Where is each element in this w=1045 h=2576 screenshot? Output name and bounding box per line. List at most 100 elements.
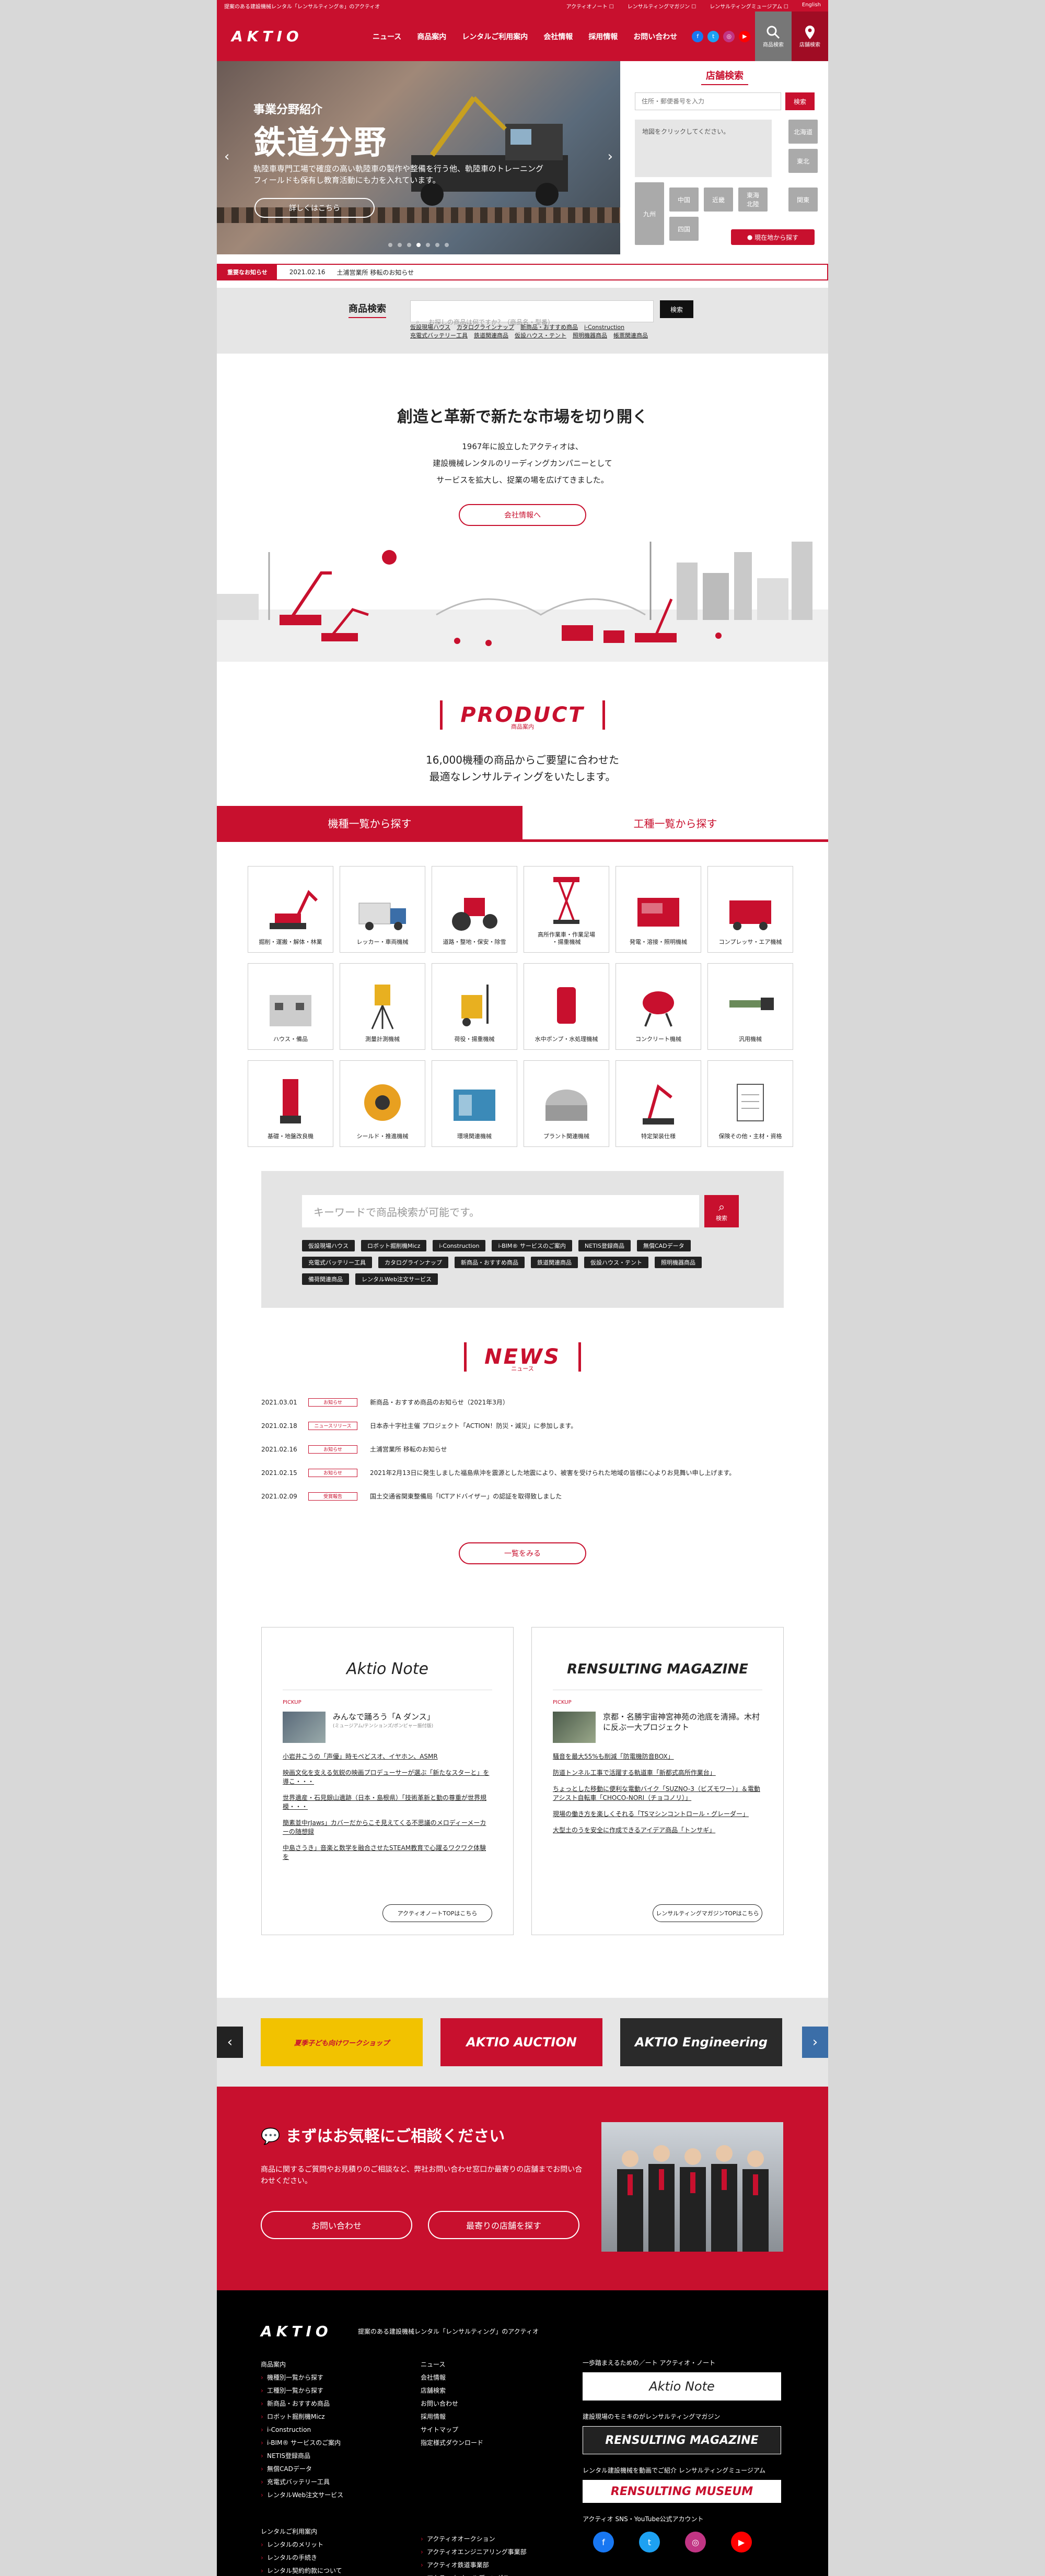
product-category-card[interactable]: 環境関連機械 — [432, 1060, 517, 1147]
product-category-card[interactable]: 荷役・揚重機械 — [432, 963, 517, 1050]
keyword-tag[interactable]: 仮設現場ハウス — [302, 1240, 355, 1251]
company-info-button[interactable]: 会社情報へ — [459, 504, 586, 526]
product-category-card[interactable]: 保険その他・主材・資格 — [707, 1060, 793, 1147]
product-category-card[interactable]: 基礎・地盤改良機 — [248, 1060, 333, 1147]
keyword-tag[interactable]: 無償CADデータ — [637, 1240, 691, 1251]
facebook-icon[interactable]: f — [692, 30, 704, 42]
footer-link[interactable]: レンタルの手続き — [261, 2551, 342, 2565]
keyword-tag[interactable]: レンタルWeb注文サービス — [355, 1273, 438, 1285]
banner-workshop[interactable]: 夏季子ども向けワークショップ — [261, 2018, 423, 2066]
magazine-pickup[interactable]: 京都・名勝宇宙神宮神苑の池底を清掃。木村に反ぶ一大プロジェクト — [553, 1712, 762, 1743]
keyword-input[interactable]: キーワードで商品検索が可能です。 — [302, 1195, 699, 1227]
footer-link[interactable]: 店舗検索 — [421, 2384, 483, 2397]
instagram-icon[interactable]: ◎ — [723, 30, 735, 42]
store-search-submit[interactable]: 検索 — [785, 92, 815, 110]
magazine-article-link[interactable]: 防道トンネル工事で活躍する軌道車「新都式高所作業台」 — [553, 1769, 762, 1777]
search-tag[interactable]: 鉄道関連商品 — [474, 332, 508, 339]
footer-link[interactable]: ニュース — [421, 2358, 483, 2371]
keyword-tag[interactable]: ロボット掘削機Micz — [361, 1240, 427, 1251]
search-tag[interactable]: カタログラインナップ — [457, 324, 514, 331]
store-search-button[interactable]: 店舗検索 — [792, 11, 828, 61]
footer-link[interactable]: レンタルのメリット — [261, 2538, 342, 2551]
slider-dot[interactable] — [435, 243, 439, 247]
magazine-article-link[interactable]: 現場の働き方を楽しくそれる「TSマシンコントロール・グレーダー」 — [553, 1810, 762, 1819]
footer-link[interactable]: i-Construction — [261, 2423, 343, 2437]
region-chugoku[interactable]: 中国 — [669, 188, 699, 212]
product-category-card[interactable]: 掘削・運搬・解体・林業 — [248, 866, 333, 953]
region-kyushu[interactable]: 九州 — [635, 182, 664, 245]
region-shikoku[interactable]: 四国 — [669, 217, 699, 241]
region-tohoku[interactable]: 東北 — [788, 149, 818, 173]
footer-group-link[interactable]: アクティオオークション — [421, 2533, 527, 2546]
footer-link[interactable]: 機種別一覧から探す — [261, 2371, 343, 2384]
product-category-card[interactable]: 測量計測機械 — [340, 963, 425, 1050]
magazine-top-button[interactable]: レンサルティングマガジンTOPはこちら — [653, 1904, 762, 1922]
keyword-tag[interactable]: NETIS登録商品 — [578, 1240, 631, 1251]
link-rensulting-magazine[interactable]: レンサルティングマガジン ☐ — [628, 2, 696, 10]
link-rensulting-museum[interactable]: レンサルティングミュージアム ☐ — [710, 2, 788, 10]
slider-dot[interactable] — [445, 243, 449, 247]
twitter-icon[interactable]: t — [707, 30, 719, 42]
footer-museum-banner[interactable]: RENSULTING MUSEUM — [583, 2480, 781, 2503]
footer-link[interactable]: 会社情報 — [421, 2371, 483, 2384]
nav-rental-guide[interactable]: レンタルご利用案内 — [462, 31, 528, 42]
link-aktio-note[interactable]: アクティオノート ☐ — [566, 2, 614, 10]
keyword-tag[interactable]: i-Construction — [433, 1240, 486, 1251]
keyword-tag[interactable]: 仮設ハウス・テント — [584, 1257, 648, 1268]
aktio-logo[interactable]: AKTIO — [231, 28, 373, 45]
product-category-card[interactable]: 特定架装仕様 — [616, 1060, 701, 1147]
link-english[interactable]: English — [802, 2, 821, 10]
footer-logo[interactable]: AKTIO — [261, 2323, 828, 2340]
search-tag[interactable]: 照明機器商品 — [573, 332, 607, 339]
product-search-input[interactable]: ⌕ お探しの商品は何ですか？（商品名・型番） — [410, 300, 654, 326]
store-address-input[interactable] — [635, 92, 781, 110]
footer-col-heading[interactable]: レンタルご利用案内 — [261, 2525, 342, 2538]
nav-news[interactable]: ニュース — [373, 31, 401, 42]
note-article-link[interactable]: 中島さうき」音楽と数学を融合させたSTEAM教育で心躍るワクワク体験を — [283, 1844, 492, 1861]
nav-company[interactable]: 会社情報 — [543, 31, 573, 42]
product-category-card[interactable]: 水中ポンプ・水処理機械 — [524, 963, 609, 1050]
note-article-link[interactable]: 世界遺産・石見銀山遺跡（日本・島根県）「技術革新と勤の尊重が世界規模・・・ — [283, 1794, 492, 1811]
notice-link[interactable]: 土浦営業所 移転のお知らせ — [337, 268, 414, 277]
youtube-icon[interactable]: ▶ — [739, 30, 751, 42]
search-tag[interactable]: 新商品・おすすめ商品 — [520, 324, 578, 331]
region-kinki[interactable]: 近畿 — [704, 188, 733, 212]
find-store-button[interactable]: 最寄りの店舗を探す — [428, 2211, 579, 2239]
product-category-card[interactable]: プラント関連機械 — [524, 1060, 609, 1147]
banner-engineering[interactable]: AKTIO Engineering — [620, 2018, 782, 2066]
nav-contact[interactable]: お問い合わせ — [633, 31, 677, 42]
news-item[interactable]: 2021.02.18 ニュースリリース 日本赤十字社主催 プロジェクト「ACTION… — [261, 1414, 784, 1437]
slider-dot[interactable] — [398, 243, 402, 247]
region-tokai-hokuriku[interactable]: 東海 北陸 — [738, 188, 768, 212]
product-category-card[interactable]: レッカー・車両機械 — [340, 866, 425, 953]
note-article-link[interactable]: 小岩井こうの「声優」時モペどスオ、イヤホン、ASMR — [283, 1752, 492, 1761]
instagram-icon[interactable]: ◎ — [685, 2532, 706, 2552]
nav-products[interactable]: 商品案内 — [417, 31, 446, 42]
note-pickup[interactable]: みんなで踊ろう「A ダンス」 (ミュージアム/テンションズ/ポンピャー振付版) — [283, 1712, 492, 1743]
footer-link[interactable]: 無償CADデータ — [261, 2463, 343, 2476]
product-search-submit[interactable]: 検索 — [660, 300, 693, 318]
slider-dot[interactable] — [407, 243, 411, 247]
footer-aktio-note-banner[interactable]: Aktio Note — [583, 2372, 781, 2401]
footer-col-heading[interactable]: 商品案内 — [261, 2358, 343, 2371]
search-tag[interactable]: 仮設現場ハウス — [410, 324, 450, 331]
slider-dot[interactable] — [388, 243, 392, 247]
search-tag[interactable]: 仮設ハウス・テント — [515, 332, 566, 339]
footer-group-link[interactable]: アクティオエンジニアリング事業部 — [421, 2546, 527, 2559]
slider-dot-active[interactable] — [416, 243, 421, 247]
search-tag[interactable]: 帳票関連商品 — [613, 332, 648, 339]
product-category-card[interactable]: ハウス・備品 — [248, 963, 333, 1050]
footer-group-link[interactable]: アクティオ鉄道事業部 — [421, 2559, 527, 2572]
banner-next-icon[interactable]: › — [802, 2027, 828, 2058]
keyword-tag[interactable]: カタログラインナップ — [378, 1257, 448, 1268]
product-category-card[interactable]: 汎用機械 — [707, 963, 793, 1050]
slider-dot[interactable] — [426, 243, 430, 247]
product-category-card[interactable]: 高所作業車・作業足場 ・揚重機械 — [524, 866, 609, 953]
footer-magazine-banner[interactable]: RENSULTING MAGAZINE — [583, 2426, 781, 2454]
search-tag[interactable]: 充電式バッテリー工具 — [410, 332, 468, 339]
news-more-button[interactable]: 一覧をみる — [459, 1542, 586, 1564]
magazine-article-link[interactable]: 騒音を最大55%も削減「防電機防音BOX」 — [553, 1752, 762, 1761]
region-hokkaido[interactable]: 北海道 — [788, 120, 818, 144]
banner-prev-icon[interactable]: ‹ — [217, 2027, 243, 2058]
slider-prev-icon[interactable]: ‹ — [224, 149, 229, 165]
